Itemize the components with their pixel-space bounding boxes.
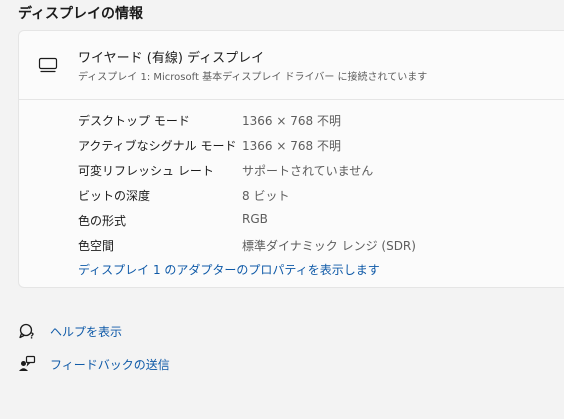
property-label: アクティブなシグナル モード: [78, 139, 237, 153]
property-row-variable-refresh-rate: 可変リフレッシュ レート サポートされていません: [78, 157, 558, 182]
property-label: デスクトップ モード: [78, 114, 190, 128]
property-value: サポートされていません: [242, 164, 374, 178]
help-chat-icon: ?: [19, 323, 35, 341]
property-label: 色空間: [78, 239, 115, 253]
property-row-color-format: 色の形式 RGB: [78, 207, 558, 232]
property-row-bit-depth: ビットの深度 8 ビット: [78, 182, 558, 207]
display-info-card: ワイヤード (有線) ディスプレイ ディスプレイ 1: Microsoft 基本…: [18, 30, 564, 288]
display-subtitle: ディスプレイ 1: Microsoft 基本ディスプレイ ドライバー に接続され…: [78, 72, 428, 83]
property-row-active-signal-mode: アクティブなシグナル モード 1366 × 768 不明: [78, 132, 558, 157]
display-info-page: ディスプレイの情報 ワイヤード (有線) ディスプレイ ディスプレイ 1: Mi…: [0, 0, 564, 419]
property-list: デスクトップ モード 1366 × 768 不明 アクティブなシグナル モード …: [78, 107, 558, 257]
monitor-icon: [38, 57, 58, 73]
property-value: 標準ダイナミック レンジ (SDR): [242, 239, 416, 253]
display-name: ワイヤード (有線) ディスプレイ: [78, 51, 265, 66]
feedback-icon: [19, 355, 36, 371]
property-label: 可変リフレッシュ レート: [78, 164, 214, 178]
adapter-properties-link[interactable]: ディスプレイ 1 のアダプターのプロパティを表示します: [78, 261, 380, 278]
svg-text:?: ?: [30, 332, 35, 341]
display-header: ワイヤード (有線) ディスプレイ ディスプレイ 1: Microsoft 基本…: [19, 31, 564, 100]
property-value: RGB: [242, 212, 268, 226]
send-feedback-label: フィードバックの送信: [50, 358, 170, 372]
property-value: 1366 × 768 不明: [242, 114, 341, 128]
property-value: 8 ビット: [242, 189, 290, 203]
property-row-color-space: 色空間 標準ダイナミック レンジ (SDR): [78, 232, 558, 257]
property-row-desktop-mode: デスクトップ モード 1366 × 768 不明: [78, 107, 558, 132]
show-help-label: ヘルプを表示: [50, 325, 123, 339]
property-value: 1366 × 768 不明: [242, 139, 341, 153]
property-label: ビットの深度: [78, 189, 151, 203]
property-label: 色の形式: [78, 214, 127, 228]
section-title: ディスプレイの情報: [18, 6, 144, 22]
